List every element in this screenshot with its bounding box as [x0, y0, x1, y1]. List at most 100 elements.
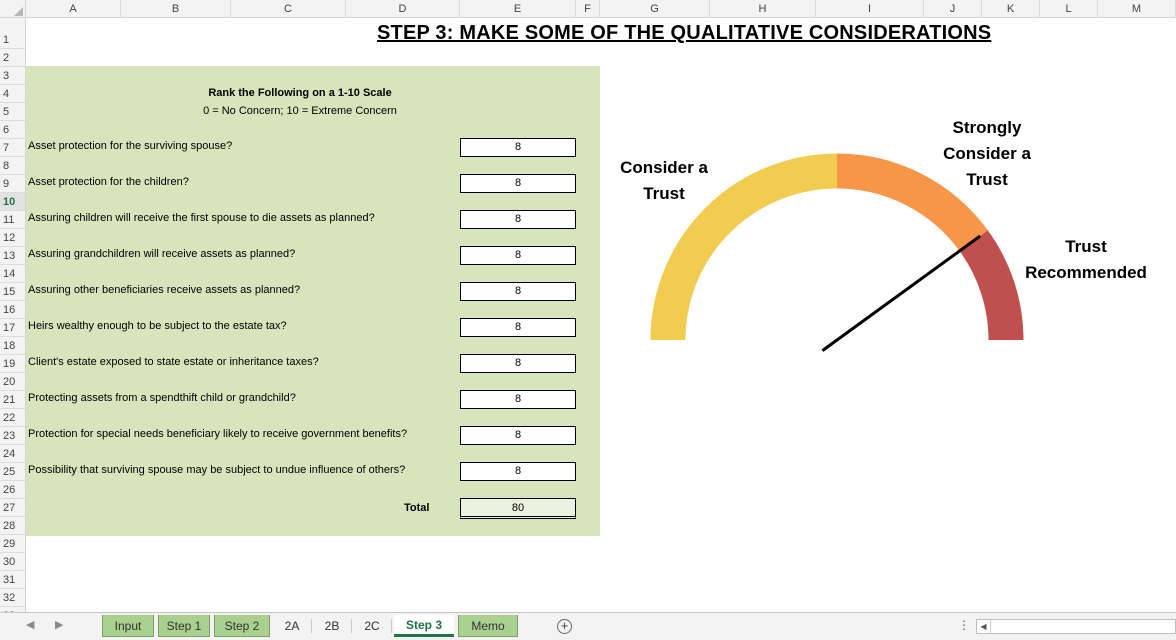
row-header-21[interactable]: 21 — [0, 391, 25, 409]
question-label: Heirs wealthy enough to be subject to th… — [28, 320, 287, 332]
gauge-label-recommended-line1: Trust — [1065, 237, 1107, 256]
question-label: Assuring other beneficiaries receive ass… — [28, 284, 301, 296]
sheet-tab-2c[interactable]: 2C — [354, 615, 390, 637]
column-header-i[interactable]: I — [816, 0, 924, 18]
tab-scroll-left-icon[interactable]: ◀ — [26, 618, 34, 631]
score-input-cell[interactable]: 8 — [460, 354, 576, 373]
score-input-cell[interactable]: 8 — [460, 246, 576, 265]
question-label: Assuring children will receive the first… — [28, 212, 375, 224]
column-header-m[interactable]: M — [1098, 0, 1176, 18]
row-header-17[interactable]: 17 — [0, 319, 25, 337]
score-input-cell[interactable]: 8 — [460, 462, 576, 481]
column-header-h[interactable]: H — [710, 0, 816, 18]
gauge-label-strongly-line2: Consider a — [943, 144, 1031, 163]
row-header-25[interactable]: 25 — [0, 463, 25, 481]
column-header-j[interactable]: J — [924, 0, 982, 18]
gauge-label-recommended-line2: Recommended — [1025, 263, 1147, 282]
row-header-15[interactable]: 15 — [0, 283, 25, 301]
question-label: Protecting assets from a spendthift chil… — [28, 392, 296, 404]
sheet-tab-2b[interactable]: 2B — [314, 615, 350, 637]
scroll-left-icon[interactable]: ◀ — [977, 620, 991, 633]
horizontal-scrollbar[interactable]: ◀ — [976, 619, 1176, 634]
row-header-22[interactable]: 22 — [0, 409, 25, 427]
sheet-tab-step-1[interactable]: Step 1 — [158, 615, 210, 637]
tab-separator — [311, 619, 312, 633]
column-header-l[interactable]: L — [1040, 0, 1098, 18]
sheet-tab-bar: ◀ ▶ Input Step 1 Step 2 2A 2B 2C Step 3 Memo + … — [0, 612, 1176, 640]
gauge-needle — [821, 234, 982, 352]
row-header-14[interactable]: 14 — [0, 265, 25, 283]
gauge-label-strongly: Strongly Consider a Trust — [932, 115, 1042, 193]
score-input-cell[interactable]: 8 — [460, 174, 576, 193]
column-header-bar: A B C D E F G H I J K L M — [0, 0, 1176, 18]
question-label: Asset protection for the surviving spous… — [28, 140, 233, 152]
row-header-8[interactable]: 8 — [0, 157, 25, 175]
column-header-g[interactable]: G — [600, 0, 710, 18]
column-header-c[interactable]: C — [231, 0, 346, 18]
row-header-6[interactable]: 6 — [0, 121, 25, 139]
row-header-7[interactable]: 7 — [0, 139, 25, 157]
row-header-12[interactable]: 12 — [0, 229, 25, 247]
add-sheet-icon[interactable]: + — [557, 619, 572, 634]
gauge-label-recommended: Trust Recommended — [1016, 234, 1156, 286]
total-label: Total — [404, 502, 430, 514]
score-input-cell[interactable]: 8 — [460, 318, 576, 337]
more-options-icon[interactable]: ⋮ — [958, 618, 970, 632]
row-header-1[interactable]: 1 — [0, 31, 25, 49]
gauge-label-strongly-line1: Strongly — [952, 118, 1022, 137]
row-header-3[interactable]: 3 — [0, 67, 25, 85]
ranking-title: Rank the Following on a 1-10 Scale — [208, 87, 392, 99]
select-all-corner[interactable] — [0, 0, 26, 18]
row-header-27[interactable]: 27 — [0, 499, 25, 517]
row-header-2[interactable]: 2 — [0, 49, 25, 67]
row-header-23[interactable]: 23 — [0, 427, 25, 445]
question-label: Possibility that surviving spouse may be… — [28, 464, 406, 476]
score-input-cell[interactable]: 8 — [460, 138, 576, 157]
column-header-e[interactable]: E — [460, 0, 576, 18]
tab-scroll-right-icon[interactable]: ▶ — [55, 618, 63, 631]
total-value-cell[interactable]: 80 — [460, 498, 576, 519]
score-input-cell[interactable]: 8 — [460, 282, 576, 301]
tab-separator — [351, 619, 352, 633]
row-header-29[interactable]: 29 — [0, 535, 25, 553]
question-label: Client's estate exposed to state estate … — [28, 356, 319, 368]
sheet-tab-memo[interactable]: Memo — [458, 615, 518, 637]
gauge-label-strongly-line3: Trust — [966, 170, 1008, 189]
row-header-30[interactable]: 30 — [0, 553, 25, 571]
row-header-9[interactable]: 9 — [0, 175, 25, 193]
question-label: Asset protection for the children? — [28, 176, 189, 188]
row-header-20[interactable]: 20 — [0, 373, 25, 391]
row-header-31[interactable]: 31 — [0, 571, 25, 589]
row-header-11[interactable]: 11 — [0, 211, 25, 229]
gauge-label-consider-line1: Consider a — [620, 158, 708, 177]
score-input-cell[interactable]: 8 — [460, 426, 576, 445]
question-label: Assuring grandchildren will receive asse… — [28, 248, 296, 260]
row-header-10[interactable]: 10 — [0, 193, 25, 211]
gauge-label-consider: Consider a Trust — [612, 155, 716, 207]
column-header-b[interactable]: B — [121, 0, 231, 18]
question-label: Protection for special needs beneficiary… — [28, 428, 408, 440]
sheet-tab-step-2[interactable]: Step 2 — [214, 615, 270, 637]
row-header-32[interactable]: 32 — [0, 589, 25, 607]
score-input-cell[interactable]: 8 — [460, 390, 576, 409]
column-header-a[interactable]: A — [26, 0, 121, 18]
sheet-tab-input[interactable]: Input — [102, 615, 154, 637]
score-input-cell[interactable]: 8 — [460, 210, 576, 229]
sheet-tab-step-3[interactable]: Step 3 — [394, 615, 454, 637]
ranking-subtitle: 0 = No Concern; 10 = Extreme Concern — [203, 105, 397, 117]
row-header-13[interactable]: 13 — [0, 247, 25, 265]
gauge-segment-recommended — [959, 230, 1024, 341]
gauge-label-consider-line2: Trust — [643, 184, 685, 203]
page-title: STEP 3: MAKE SOME OF THE QUALITATIVE CON… — [377, 22, 992, 44]
tab-separator — [391, 619, 392, 633]
row-header-18[interactable]: 18 — [0, 337, 25, 355]
column-header-d[interactable]: D — [346, 0, 460, 18]
column-header-k[interactable]: K — [982, 0, 1040, 18]
sheet-tab-2a[interactable]: 2A — [274, 615, 310, 637]
row-header-19[interactable]: 19 — [0, 355, 25, 373]
column-header-f[interactable]: F — [576, 0, 600, 18]
row-header-24[interactable]: 24 — [0, 445, 25, 463]
row-header-16[interactable]: 16 — [0, 301, 25, 319]
row-header-28[interactable]: 28 — [0, 517, 25, 535]
row-header-26[interactable]: 26 — [0, 481, 25, 499]
